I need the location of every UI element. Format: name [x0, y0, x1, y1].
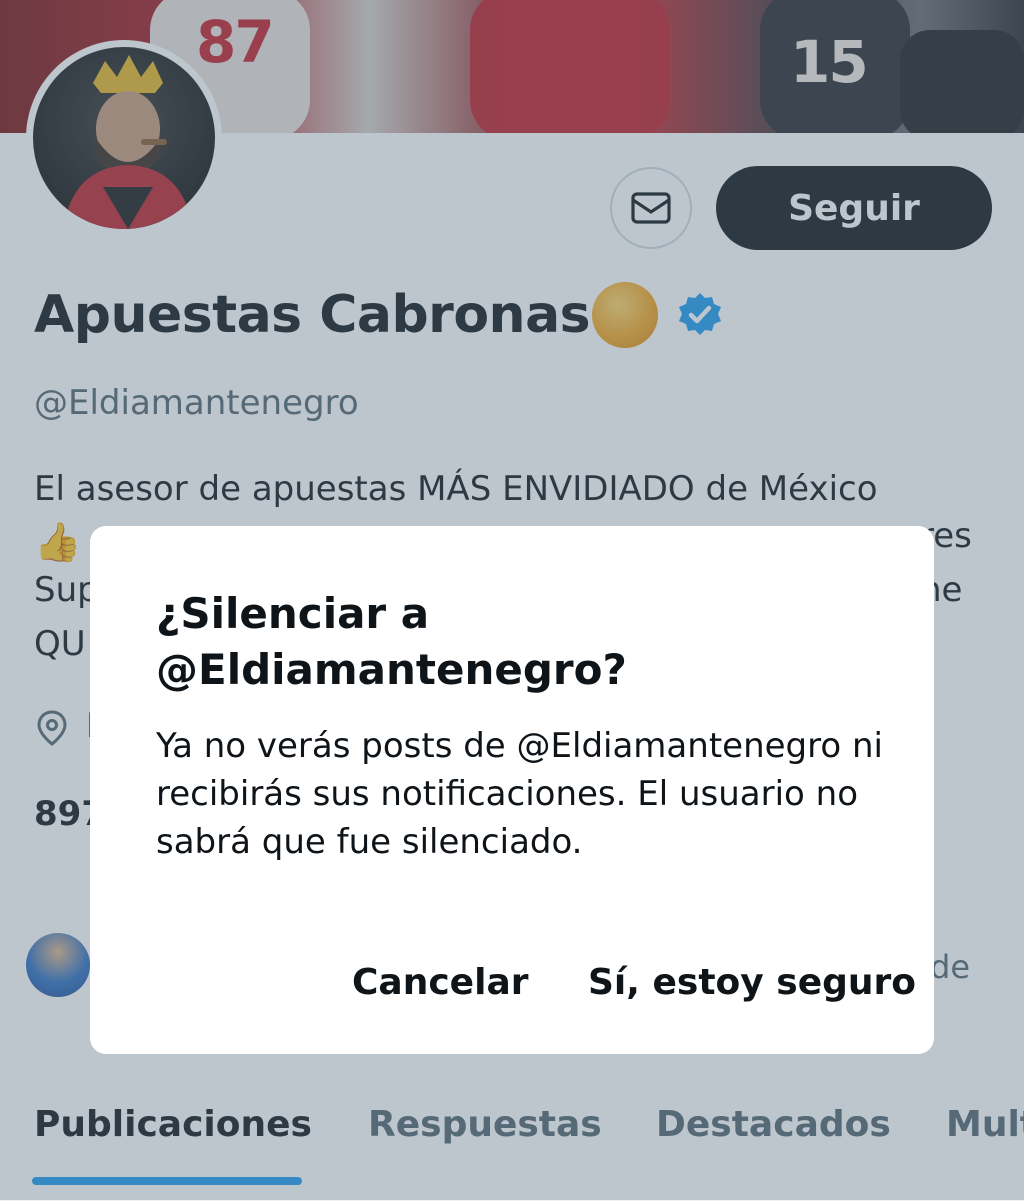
confirm-mute-button[interactable]: Sí, estoy seguro — [588, 962, 916, 1003]
dialog-body: Ya no verás posts de @Eldiamantenegro ni… — [156, 726, 883, 862]
mute-confirmation-dialog: ¿Silenciar a @Eldiamantenegro? Ya no ver… — [90, 526, 934, 1054]
dialog-title: ¿Silenciar a @Eldiamantenegro? — [156, 589, 627, 694]
cancel-button[interactable]: Cancelar — [352, 962, 528, 1003]
